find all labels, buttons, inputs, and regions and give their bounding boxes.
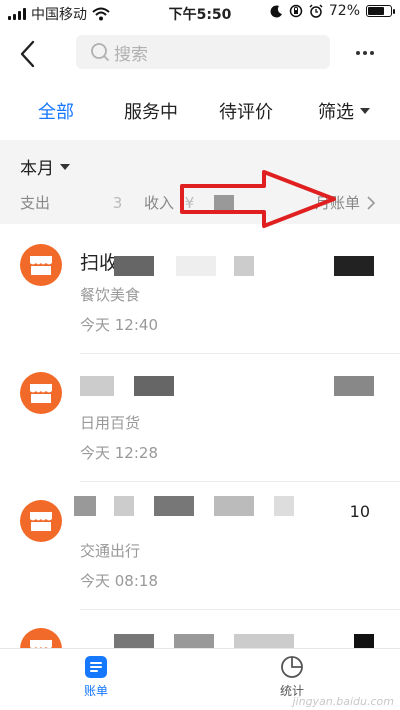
- tab-filter[interactable]: 筛选: [318, 98, 370, 124]
- transaction-category: 餐饮美食: [80, 286, 141, 304]
- redacted-block: [234, 256, 254, 276]
- more-dots-icon: [356, 51, 360, 55]
- back-button[interactable]: [14, 36, 44, 72]
- redacted-amount: [334, 256, 374, 276]
- transaction-time: 今天 08:18: [80, 572, 158, 590]
- tab-filter-label: 筛选: [318, 102, 354, 123]
- redacted-block: [80, 376, 114, 396]
- redacted-block: [114, 256, 154, 276]
- transaction-time: 今天 12:40: [80, 316, 158, 334]
- bottom-nav: 账单 统计 jingyan.baidu.com: [0, 648, 400, 710]
- alarm-icon: [309, 4, 323, 18]
- search-input[interactable]: 搜索: [76, 35, 330, 69]
- caret-down-icon: [60, 163, 70, 170]
- transaction-row[interactable]: 10 交通出行 今天 08:18: [0, 482, 400, 610]
- tab-to-review[interactable]: 待评价: [219, 98, 273, 124]
- battery-percent: 72%: [328, 3, 360, 19]
- redacted-block: [154, 496, 194, 516]
- redacted-block: [214, 496, 254, 516]
- status-bar: 中国移动 下午5:50 72%: [0, 0, 400, 26]
- nav-stats[interactable]: 统计: [280, 655, 304, 699]
- merchant-store-icon: [20, 372, 62, 414]
- transaction-category: 交通出行: [80, 542, 141, 560]
- redacted-block: [274, 496, 294, 516]
- month-selector[interactable]: 本月: [20, 154, 70, 179]
- transaction-title: 扫收: [80, 252, 119, 274]
- tab-all[interactable]: 全部: [38, 98, 74, 124]
- status-right: 72%: [270, 3, 395, 19]
- transaction-time: 今天 12:28: [80, 444, 158, 462]
- watermark: jingyan.baidu.com: [292, 695, 394, 708]
- income-label: 收入: [144, 194, 175, 212]
- transaction-category: 日用百货: [80, 414, 141, 432]
- expense-label: 支出: [20, 194, 51, 212]
- bill-icon: [85, 656, 107, 678]
- tab-in-service[interactable]: 服务中: [124, 98, 178, 124]
- rotation-lock-icon: [289, 4, 303, 18]
- caret-down-icon: [360, 108, 370, 114]
- search-icon: [91, 43, 109, 61]
- annotation-arrow: [180, 170, 336, 228]
- battery-fill: [368, 7, 384, 15]
- transaction-row[interactable]: 日用百货 今天 12:28: [0, 354, 400, 482]
- transaction-row[interactable]: 扫收 餐饮美食 今天 12:40: [0, 226, 400, 354]
- redacted-block: [74, 496, 96, 516]
- pie-chart-icon: [281, 656, 303, 678]
- moon-icon: [270, 4, 282, 17]
- transaction-amount: 10: [349, 502, 370, 521]
- chevron-right-icon: [367, 195, 376, 210]
- redacted-amount: [334, 376, 374, 396]
- month-title: 本月: [20, 159, 54, 179]
- nav-bills-label: 账单: [84, 684, 109, 698]
- filter-tabs: 全部 服务中 待评价 筛选: [0, 88, 400, 132]
- redacted-block: [114, 496, 134, 516]
- redacted-block: [176, 256, 216, 276]
- header: 搜索: [0, 30, 400, 78]
- merchant-store-icon: [20, 244, 62, 286]
- battery-icon: [366, 5, 395, 17]
- search-placeholder: 搜索: [114, 44, 148, 65]
- merchant-store-icon: [20, 500, 62, 542]
- expense-summary: 支出 3: [20, 192, 122, 213]
- more-button[interactable]: [352, 40, 378, 66]
- redacted-block: [134, 376, 174, 396]
- nav-bills[interactable]: 账单: [84, 655, 108, 699]
- expense-amount-fragment: 3: [112, 194, 123, 212]
